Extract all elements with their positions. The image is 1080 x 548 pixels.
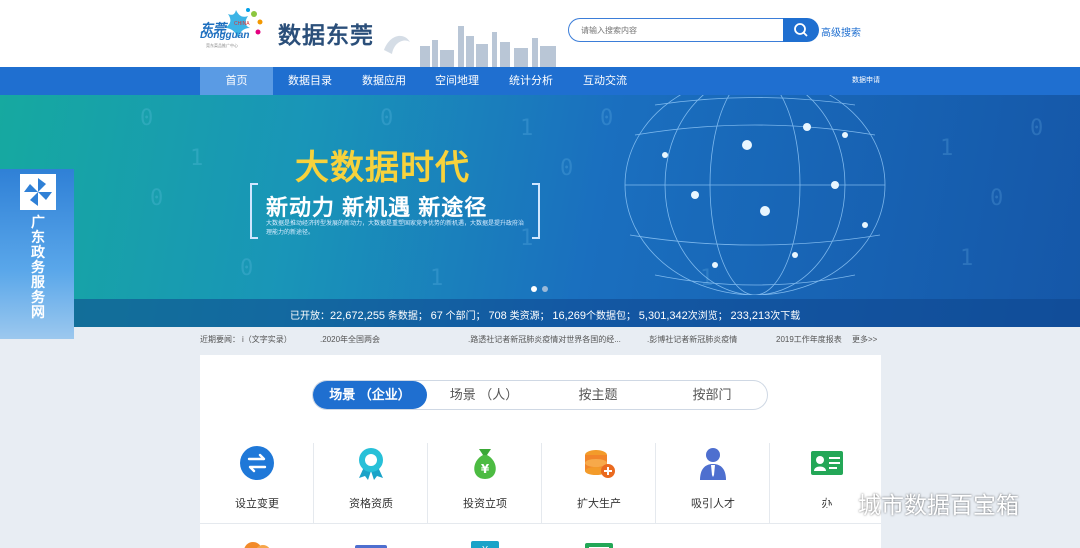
hero-banner: 010 101 010 101 010 大数据时代 新动力 新机遇 新途径 大数… (0, 95, 1080, 327)
skyline-decoration-icon (384, 26, 556, 67)
search-input[interactable] (581, 19, 781, 41)
svg-text:1: 1 (520, 116, 533, 141)
stat-packages: 16,269 (552, 310, 587, 322)
side-widget-label: 广东政务服务网 (31, 214, 45, 320)
stats-text: 已开放：22,672,255 条数据； 67 个部门； 708 类资源； 16,… (290, 310, 801, 322)
svg-text:0: 0 (150, 186, 163, 211)
svg-text:1: 1 (190, 146, 203, 171)
advanced-search-link[interactable]: 高级搜索 (821, 24, 861, 39)
carousel-dot-1[interactable] (531, 286, 537, 292)
svg-text:0: 0 (380, 106, 393, 131)
svg-text:0: 0 (140, 106, 153, 131)
category-item-qualification[interactable]: 资格资质 (314, 443, 428, 523)
ticker-item-2[interactable]: .2020年全国两会 (320, 334, 380, 345)
nav-item-apps[interactable]: 数据应用 (352, 67, 416, 95)
logo-en-text: Dongguan (200, 30, 250, 41)
category-label: 吸引人才 (691, 498, 735, 510)
binary-background-decoration: 010 101 010 101 010 (140, 106, 1043, 291)
banner-description: 大数据是推动经济转型发展的新动力，大数据是重塑国家竞争优势的新机遇，大数据是提升… (266, 221, 525, 236)
news-ticker: 近期要闻： i（文字实录） .2020年全国两会 .路透社记者新冠肺炎疫情对世界… (200, 334, 890, 348)
stats-bar: 已开放：22,672,255 条数据； 67 个部门； 708 类资源； 16,… (0, 299, 1080, 327)
page-root: 东莞 CHINA Dongguan 莞东菜品推广中心 数据东莞 请输入搜索内容 … (0, 0, 1080, 548)
svg-text:1: 1 (960, 246, 973, 271)
tab-scene-person[interactable]: 场景 （人） (427, 381, 541, 409)
award-ribbon-icon (359, 448, 383, 480)
ticker-more-link[interactable]: 更多>> (852, 334, 877, 345)
category-label: 扩大生产 (577, 498, 621, 510)
pinwheel-icon (20, 174, 56, 210)
nav-item-catalog[interactable]: 数据目录 (278, 67, 342, 95)
stat-departments: 67 (430, 310, 443, 322)
search-box (568, 18, 784, 42)
stat-datasets: 22,672,255 (330, 310, 386, 322)
wechat-icon (810, 486, 850, 512)
money-bag-icon: ¥ (474, 449, 496, 479)
watermark-text: 城市数据百宝箱 (858, 492, 1019, 518)
carousel-dot-2[interactable] (542, 286, 548, 292)
data-apply-link[interactable]: 数据申请 (852, 67, 880, 95)
globe-network-icon (624, 95, 886, 295)
category-label: 设立变更 (235, 498, 279, 510)
nav-item-interact[interactable]: 互动交流 (573, 67, 637, 95)
category-item-attract-talent[interactable]: 吸引人才 (656, 443, 770, 523)
svg-text:0: 0 (240, 256, 253, 281)
svg-text:0: 0 (990, 186, 1003, 211)
banner-title: 大数据时代 (295, 149, 470, 187)
bracket-left (250, 183, 258, 239)
table-doc-icon (585, 543, 613, 548)
svg-text:0: 0 (560, 156, 573, 181)
bracket-right (532, 183, 540, 239)
category-item-setup-change[interactable]: 设立变更 (200, 443, 314, 523)
person-icon (700, 448, 726, 480)
coins-add-icon (585, 450, 615, 478)
ticker-label: 近期要闻： (200, 335, 240, 344)
coins-icon (244, 542, 270, 548)
ticker-item-3[interactable]: .路透社记者新冠肺炎疫情对世界各国的经... (468, 334, 621, 345)
banner-subtitle: 新动力 新机遇 新途径 (266, 195, 488, 220)
yuan-doc-icon: ¥ (471, 541, 499, 548)
category-tabs: 场景 （企业） 场景 （人） 按主题 按部门 (312, 380, 768, 410)
category-label: 投资立项 (463, 498, 507, 510)
category-label: 资格资质 (349, 498, 393, 510)
category-item-investment[interactable]: ¥ 投资立项 (428, 443, 542, 523)
svg-text:1: 1 (940, 136, 953, 161)
gd-gov-service-widget[interactable]: 广东政务服务网 (0, 169, 74, 339)
svg-text:¥: ¥ (481, 462, 490, 476)
nav-item-geo[interactable]: 空间地理 (425, 67, 489, 95)
nav-item-stats[interactable]: 统计分析 (499, 67, 563, 95)
ticker-item-4[interactable]: .彭博社记者新冠肺炎疫情 (647, 334, 737, 345)
stat-views: 5,301,342 (638, 310, 688, 322)
id-card-icon (811, 451, 843, 475)
logo-sub-text: 莞东菜品推广中心 (206, 43, 238, 48)
search-icon (794, 23, 808, 37)
tab-by-department[interactable]: 按部门 (655, 381, 769, 409)
stat-downloads: 233,213 (730, 310, 771, 322)
main-nav: 首页 数据目录 数据应用 空间地理 统计分析 互动交流 数据申请 (0, 67, 1080, 95)
tab-scene-enterprise[interactable]: 场景 （企业） (313, 381, 427, 409)
ticker-item-5[interactable]: 2019工作年度报表 (776, 334, 842, 345)
logo-china-text: CHINA (234, 21, 250, 27)
document-icon (355, 545, 387, 548)
site-title: 数据东莞 (278, 22, 374, 48)
stat-resources: 708 (488, 310, 507, 322)
tab-by-theme[interactable]: 按主题 (541, 381, 655, 409)
grid-divider (200, 523, 881, 524)
exchange-icon (240, 446, 274, 480)
nav-item-home[interactable]: 首页 (200, 67, 273, 95)
svg-text:1: 1 (430, 266, 443, 291)
category-item-expand-production[interactable]: 扩大生产 (542, 443, 656, 523)
ticker-item-1[interactable]: i（文字实录） (242, 334, 292, 345)
svg-text:0: 0 (1030, 116, 1043, 141)
header: 东莞 CHINA Dongguan 莞东菜品推广中心 数据东莞 请输入搜索内容 … (0, 0, 1080, 67)
category-card: 场景 （企业） 场景 （人） 按主题 按部门 设立变更 资格资质 ¥ 投资立项 … (200, 355, 881, 548)
search-button[interactable] (783, 18, 819, 42)
